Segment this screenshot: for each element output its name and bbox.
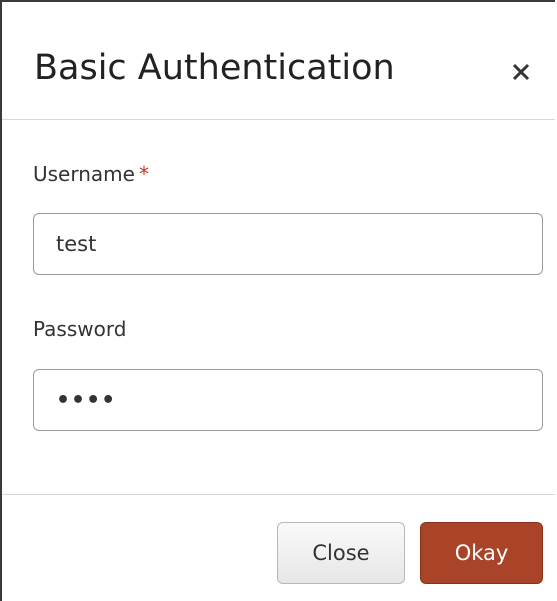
okay-button[interactable]: Okay (420, 522, 543, 584)
close-button[interactable]: Close (277, 522, 405, 584)
username-label: Username (33, 162, 135, 186)
password-label: Password (33, 317, 127, 341)
username-input[interactable] (33, 213, 543, 275)
dialog-footer-divider (2, 494, 555, 495)
dialog-title: Basic Authentication (34, 48, 395, 88)
dialog-header: Basic Authentication (2, 2, 555, 120)
username-label-row: Username * (33, 160, 149, 188)
close-icon[interactable] (507, 58, 535, 86)
close-icon-glyph (512, 63, 530, 81)
password-input[interactable] (33, 369, 543, 431)
required-indicator: * (138, 162, 149, 186)
basic-auth-dialog: Basic Authentication Username* Password … (0, 0, 555, 601)
